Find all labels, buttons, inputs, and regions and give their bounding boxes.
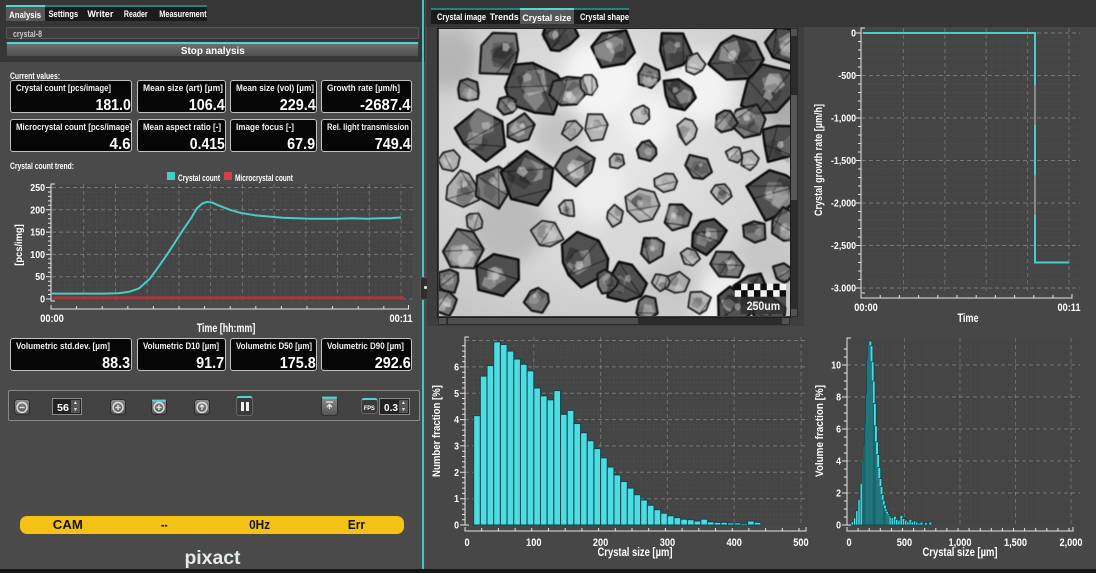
svg-text:6: 6 [836,424,841,436]
svg-text:500: 500 [793,537,808,549]
svg-text:2: 2 [836,488,841,500]
svg-text:Number fraction [%]: Number fraction [%] [431,385,443,477]
svg-text:5: 5 [454,388,459,400]
svg-text:-500: -500 [838,70,856,82]
svg-text:0: 0 [851,28,856,40]
svg-text:Time: Time [958,313,979,325]
svg-text:1,500: 1,500 [1004,537,1027,549]
svg-text:00:00: 00:00 [40,313,64,325]
svg-text:8: 8 [836,392,841,404]
svg-text:0: 0 [846,537,851,549]
svg-text:0: 0 [454,520,459,532]
svg-text:[pcs/img]: [pcs/img] [13,224,25,266]
svg-text:Crystal size [µm]: Crystal size [µm] [598,547,673,559]
svg-text:Crystal size [µm]: Crystal size [µm] [923,547,998,559]
svg-text:Crystal growth rate [µm/h]: Crystal growth rate [µm/h] [813,104,825,216]
svg-text:500: 500 [897,537,912,549]
svg-text:Time [hh:mm]: Time [hh:mm] [197,323,256,335]
svg-text:-1,500: -1,500 [831,155,856,167]
svg-text:4: 4 [454,414,459,426]
svg-text:400: 400 [727,537,742,549]
svg-text:2,000: 2,000 [1059,537,1082,549]
svg-text:2: 2 [454,467,459,479]
svg-text:4: 4 [836,456,841,468]
svg-text:0: 0 [40,294,45,306]
svg-text:00:00: 00:00 [854,302,878,314]
svg-text:0: 0 [836,520,841,532]
svg-text:3: 3 [454,440,459,452]
svg-text:1: 1 [454,493,459,505]
svg-text:00:11: 00:11 [389,313,412,325]
svg-text:150: 150 [30,227,45,239]
svg-text:Volume fraction [%]: Volume fraction [%] [814,385,826,477]
svg-text:-2,500: -2,500 [831,240,856,252]
svg-text:50: 50 [35,271,45,283]
svg-text:0: 0 [464,537,469,549]
svg-text:-3.000: -3.000 [831,283,856,295]
svg-text:-2,000: -2,000 [831,198,856,210]
svg-text:10: 10 [831,360,841,372]
svg-text:200: 200 [30,204,45,216]
svg-text:250: 250 [30,182,45,194]
svg-text:6: 6 [454,361,459,373]
svg-text:00:11: 00:11 [1057,302,1080,314]
svg-text:250um: 250um [746,299,780,313]
svg-text:100: 100 [30,249,45,261]
svg-text:100: 100 [526,537,541,549]
svg-text:-1,000: -1,000 [831,113,856,125]
